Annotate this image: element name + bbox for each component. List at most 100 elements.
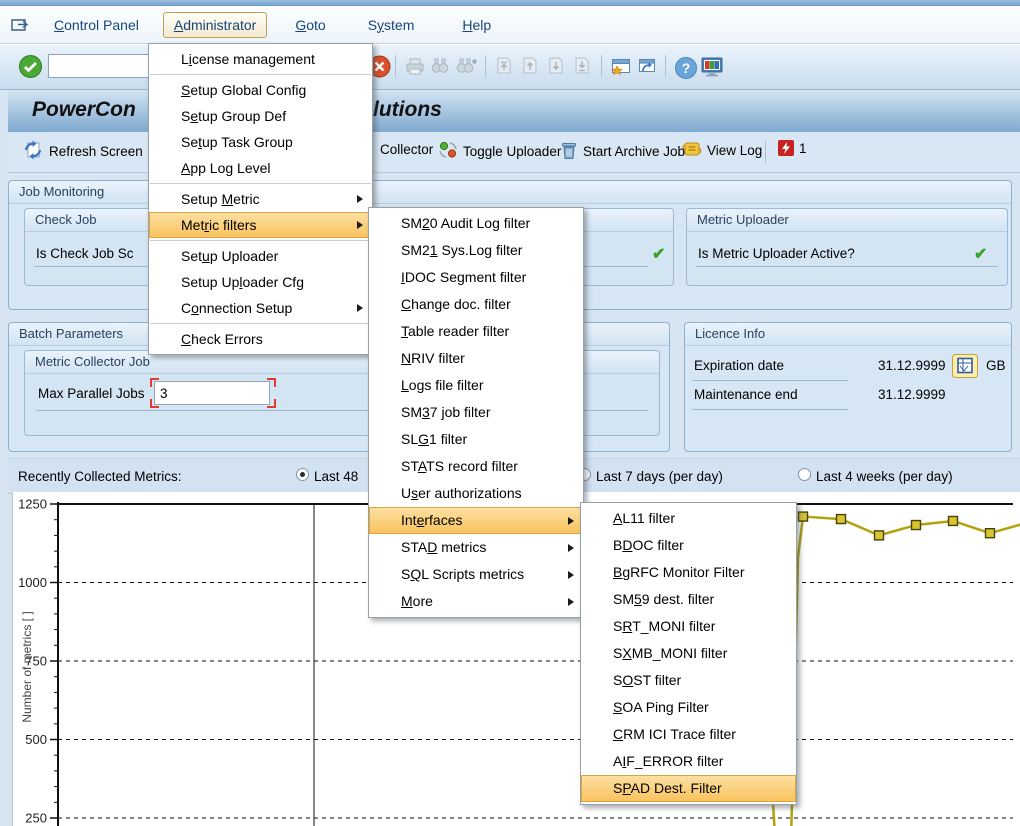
menu-item-label: CRM ICI Trace filter	[613, 726, 736, 742]
metric-uploader-status-ok-icon: ✔	[974, 244, 987, 264]
radio-label-last-48[interactable]: Last 48	[314, 469, 358, 484]
menu-item-sm59-dest-filter[interactable]: SM59 dest. filter	[581, 586, 796, 613]
view-log-label: View Log	[707, 143, 762, 158]
menu-item-aif-error-filter[interactable]: AIF_ERROR filter	[581, 748, 796, 775]
start-archive-job-button[interactable]: Start Archive Job	[560, 140, 685, 163]
menu-item-setup-uploader[interactable]: Setup Uploader	[149, 243, 372, 269]
menu-item-bdoc-filter[interactable]: BDOC filter	[581, 532, 796, 559]
menu-item-app-log-level[interactable]: App Log Level	[149, 155, 372, 181]
radio-last-48[interactable]	[296, 468, 309, 481]
y-tick-label: 1000	[18, 575, 47, 590]
menu-item-stad-metrics[interactable]: STAD metrics	[369, 534, 583, 561]
menu-item-al11-filter[interactable]: AL11 filter	[581, 505, 796, 532]
menu-item-sql-scripts-metrics[interactable]: SQL Scripts metrics	[369, 561, 583, 588]
menu-item-label: SOST filter	[613, 672, 681, 688]
error-indicator[interactable]: 1	[778, 140, 807, 156]
menu-item-change-doc-filter[interactable]: Change doc. filter	[369, 291, 583, 318]
menu-item-license-management[interactable]: License management	[149, 46, 372, 72]
menu-item-setup-global-config[interactable]: Setup Global Config	[149, 77, 372, 103]
customize-layout-icon[interactable]	[700, 56, 724, 78]
menu-item-setup-metric[interactable]: Setup Metric	[149, 186, 372, 212]
menu-item-srt-moni-filter[interactable]: SRT_MONI filter	[581, 613, 796, 640]
menu-item-connection-setup[interactable]: Connection Setup	[149, 295, 372, 321]
menubar-item-administrator[interactable]: Administrator	[163, 12, 267, 38]
menu-item-label: SOA Ping Filter	[613, 699, 709, 715]
enter-check-button[interactable]	[18, 54, 43, 79]
menu-item-label: SLG1 filter	[401, 431, 467, 447]
menubar-item-help[interactable]: Help	[452, 13, 501, 37]
appbar-separator	[765, 141, 766, 163]
help-icon[interactable]: ?	[674, 56, 698, 80]
menu-item-interfaces[interactable]: Interfaces	[369, 507, 583, 534]
radio-label-last-7-days-per-day[interactable]: Last 7 days (per day)	[596, 469, 723, 484]
menu-item-soa-ping-filter[interactable]: SOA Ping Filter	[581, 694, 796, 721]
radio-last-4-weeks-per-day[interactable]	[798, 468, 811, 481]
radio-label-last-4-weeks-per-day[interactable]: Last 4 weeks (per day)	[816, 469, 953, 484]
menu-item-setup-task-group[interactable]: Setup Task Group	[149, 129, 372, 155]
menu-item-label: Connection Setup	[181, 300, 292, 316]
menu-item-table-reader-filter[interactable]: Table reader filter	[369, 318, 583, 345]
page-title-left: PowerCon	[32, 98, 136, 122]
menu-item-sm20-audit-log-filter[interactable]: SM20 Audit Log filter	[369, 210, 583, 237]
menu-item-label: Change doc. filter	[401, 296, 511, 312]
menu-item-sm21-sys-log-filter[interactable]: SM21 Sys.Log filter	[369, 237, 583, 264]
system-menu-icon[interactable]	[10, 16, 32, 34]
create-shortcut-icon[interactable]	[636, 56, 658, 76]
next-page-icon	[546, 56, 566, 75]
menu-item-slg1-filter[interactable]: SLG1 filter	[369, 426, 583, 453]
series-marker	[949, 516, 958, 525]
series-marker	[986, 529, 995, 538]
metric-uploader-title: Metric Uploader	[687, 209, 1007, 232]
expiration-date-value: 31.12.9999	[878, 358, 946, 373]
menu-item-setup-group-def[interactable]: Setup Group Def	[149, 103, 372, 129]
toggle-uploader-label: Toggle Uploader	[463, 144, 561, 159]
menu-item-sxmb-moni-filter[interactable]: SXMB_MONI filter	[581, 640, 796, 667]
toolbar-separator	[601, 55, 602, 77]
menu-item-logs-file-filter[interactable]: Logs file filter	[369, 372, 583, 399]
menu-item-label: Logs file filter	[401, 377, 484, 393]
menu-separator	[150, 240, 371, 241]
submenu-arrow-icon	[568, 517, 574, 525]
find-icon	[430, 56, 450, 75]
toggle-uploader-button[interactable]: Toggle Uploader	[438, 140, 561, 163]
menu-item-label: BDOC filter	[613, 537, 684, 553]
menu-item-label: Setup Uploader	[181, 248, 278, 264]
collector-button[interactable]: Collector	[380, 142, 433, 157]
view-log-button[interactable]: View Log	[682, 140, 762, 161]
interfaces-submenu: AL11 filter BDOC filter BgRFC Monitor Filt…	[580, 502, 797, 805]
focus-corner	[150, 399, 159, 408]
menubar-item-goto[interactable]: Goto	[285, 13, 335, 37]
menu-item-label: App Log Level	[181, 160, 271, 176]
menu-item-crm-ici-trace-filter[interactable]: CRM ICI Trace filter	[581, 721, 796, 748]
menu-item-more[interactable]: More	[369, 588, 583, 615]
submenu-arrow-icon	[568, 598, 574, 606]
menu-item-idoc-segment-filter[interactable]: IDOC Segment filter	[369, 264, 583, 291]
menu-item-label: NRIV filter	[401, 350, 465, 366]
menu-item-nriv-filter[interactable]: NRIV filter	[369, 345, 583, 372]
menu-item-stats-record-filter[interactable]: STATS record filter	[369, 453, 583, 480]
menu-item-check-errors[interactable]: Check Errors	[149, 326, 372, 352]
submenu-arrow-icon	[357, 195, 363, 203]
refresh-screen-label: Refresh Screen	[49, 144, 143, 159]
menu-item-label: AL11 filter	[613, 510, 675, 526]
refresh-screen-button[interactable]: Refresh Screen	[22, 140, 143, 163]
new-session-icon[interactable]	[610, 56, 632, 76]
menu-item-metric-filters[interactable]: Metric filters	[149, 212, 372, 238]
menu-item-label: STATS record filter	[401, 458, 518, 474]
metrics-filter-label: Recently Collected Metrics:	[18, 469, 182, 484]
menu-item-label: IDOC Segment filter	[401, 269, 526, 285]
menu-item-setup-uploader-cfg[interactable]: Setup Uploader Cfg	[149, 269, 372, 295]
menu-item-sm37-job-filter[interactable]: SM37 job filter	[369, 399, 583, 426]
date-picker-icon[interactable]	[952, 354, 978, 378]
menu-item-user-authorizations[interactable]: User authorizations	[369, 480, 583, 507]
menu-item-label: More	[401, 593, 433, 609]
submenu-arrow-icon	[568, 544, 574, 552]
menu-item-sost-filter[interactable]: SOST filter	[581, 667, 796, 694]
menubar-item-system[interactable]: System	[358, 13, 425, 37]
menu-item-bgrfc-monitor-filter[interactable]: BgRFC Monitor Filter	[581, 559, 796, 586]
menu-item-spad-dest-filter[interactable]: SPAD Dest. Filter	[581, 775, 796, 802]
series-line-collected-metrics	[773, 517, 1020, 826]
max-parallel-jobs-input[interactable]	[154, 381, 270, 405]
menubar-item-control-panel[interactable]: Control Panel	[44, 13, 149, 37]
menu-item-label: Check Errors	[181, 331, 263, 347]
